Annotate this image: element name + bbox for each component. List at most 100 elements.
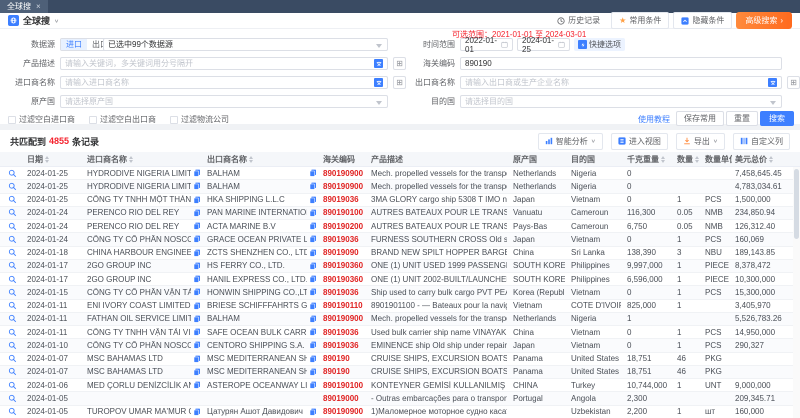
column-header-importer[interactable]: 进口商名称 — [84, 154, 204, 165]
common-conditions-button[interactable]: ★ 常用条件 — [611, 12, 669, 29]
checkbox-filter-logistics[interactable]: 过滤物流公司 — [170, 114, 229, 125]
copy-icon[interactable] — [309, 288, 317, 296]
row-detail-search-icon[interactable] — [0, 328, 24, 337]
copy-icon[interactable] — [193, 169, 201, 177]
copy-icon[interactable] — [309, 355, 317, 363]
row-detail-search-icon[interactable] — [0, 381, 24, 390]
row-detail-search-icon[interactable] — [0, 367, 24, 376]
importer-input[interactable]: 请输入进口商名称 — [60, 76, 388, 89]
more-options-icon[interactable]: ⊞ — [787, 76, 800, 89]
row-detail-search-icon[interactable] — [0, 182, 24, 191]
column-header-quantity[interactable]: 数量 — [674, 154, 702, 165]
hs-code-input[interactable]: 890190 — [460, 57, 782, 70]
row-detail-search-icon[interactable] — [0, 222, 24, 231]
copy-icon[interactable] — [193, 249, 201, 257]
column-header-total_usd[interactable]: 美元总价 — [732, 154, 792, 165]
reset-button[interactable]: 重置 — [726, 111, 758, 126]
destination-country-select[interactable]: 请选择目的国 — [460, 95, 782, 108]
copy-icon[interactable] — [309, 368, 317, 376]
row-detail-search-icon[interactable] — [0, 288, 24, 297]
column-header-weight_kg[interactable]: 千克重量 — [624, 154, 674, 165]
history-button[interactable]: 历史记录 — [550, 13, 607, 28]
product-desc-input[interactable]: 请输入关键词，多关键词用分号隔开 — [60, 57, 388, 70]
copy-icon[interactable] — [193, 341, 201, 349]
copy-icon[interactable] — [309, 302, 317, 310]
copy-icon[interactable] — [193, 302, 201, 310]
column-header-date[interactable]: 日期 — [24, 154, 84, 165]
vertical-scrollbar[interactable] — [793, 167, 800, 418]
sort-icon[interactable] — [695, 156, 699, 163]
row-detail-search-icon[interactable] — [0, 301, 24, 310]
translate-icon[interactable] — [768, 78, 777, 87]
quick-options-button[interactable]: 快捷选项 — [574, 38, 625, 51]
copy-icon[interactable] — [309, 341, 317, 349]
date-end-input[interactable]: 2024-01-25 — [517, 38, 570, 51]
row-detail-search-icon[interactable] — [0, 341, 24, 350]
row-detail-search-icon[interactable] — [0, 169, 24, 178]
copy-icon[interactable] — [193, 275, 201, 283]
enter-view-button[interactable]: 进入视图 — [611, 133, 668, 150]
copy-icon[interactable] — [193, 182, 201, 190]
copy-icon[interactable] — [193, 262, 201, 270]
copy-icon[interactable] — [193, 222, 201, 230]
checkbox-filter-blank-importer[interactable]: 过滤空白进口商 — [8, 114, 75, 125]
tutorial-link[interactable]: 使用教程 — [638, 114, 670, 125]
copy-icon[interactable] — [309, 222, 317, 230]
copy-icon[interactable] — [309, 315, 317, 323]
advanced-search-button[interactable]: 高级搜索 › — [736, 12, 792, 29]
row-detail-search-icon[interactable] — [0, 235, 24, 244]
copy-icon[interactable] — [309, 235, 317, 243]
translate-icon[interactable] — [374, 78, 383, 87]
copy-icon[interactable] — [193, 408, 201, 416]
copy-icon[interactable] — [193, 368, 201, 376]
translate-icon[interactable] — [374, 59, 383, 68]
chevron-down-icon[interactable]: ∨ — [54, 18, 59, 24]
export-button[interactable]: 导出 ∨ — [676, 133, 725, 150]
tab-global-search[interactable]: 全球搜 × — [0, 0, 48, 13]
row-detail-search-icon[interactable] — [0, 275, 24, 284]
exporter-input[interactable]: 请输入出口商或生产企业名称 — [460, 76, 782, 89]
copy-icon[interactable] — [193, 288, 201, 296]
row-detail-search-icon[interactable] — [0, 195, 24, 204]
copy-icon[interactable] — [309, 262, 317, 270]
row-detail-search-icon[interactable] — [0, 248, 24, 257]
row-detail-search-icon[interactable] — [0, 407, 24, 416]
close-icon[interactable]: × — [36, 2, 41, 11]
copy-icon[interactable] — [193, 355, 201, 363]
copy-icon[interactable] — [193, 235, 201, 243]
customize-columns-button[interactable]: 自定义列 — [733, 133, 790, 150]
search-button[interactable]: 搜索 — [760, 111, 794, 126]
copy-icon[interactable] — [309, 196, 317, 204]
copy-icon[interactable] — [193, 196, 201, 204]
copy-icon[interactable] — [193, 328, 201, 336]
origin-country-select[interactable]: 请选择原产国 — [60, 95, 388, 108]
copy-icon[interactable] — [309, 328, 317, 336]
copy-icon[interactable] — [193, 209, 201, 217]
row-detail-search-icon[interactable] — [0, 208, 24, 217]
smart-analysis-button[interactable]: 智能分析 ∨ — [538, 133, 603, 150]
sort-icon[interactable] — [249, 156, 253, 163]
date-start-input[interactable]: 2022-01-01 — [460, 38, 513, 51]
copy-icon[interactable] — [193, 381, 201, 389]
copy-icon[interactable] — [309, 182, 317, 190]
sort-icon[interactable] — [129, 156, 133, 163]
copy-icon[interactable] — [309, 169, 317, 177]
checkbox-filter-blank-exporter[interactable]: 过滤空白出口商 — [89, 114, 156, 125]
copy-icon[interactable] — [193, 315, 201, 323]
import-toggle[interactable]: 进口 — [61, 39, 87, 50]
copy-icon[interactable] — [309, 249, 317, 257]
row-detail-search-icon[interactable] — [0, 354, 24, 363]
copy-icon[interactable] — [309, 381, 317, 389]
copy-icon[interactable] — [309, 275, 317, 283]
row-detail-search-icon[interactable] — [0, 394, 24, 403]
scrollbar-thumb[interactable] — [794, 169, 799, 239]
hidden-conditions-button[interactable]: 隐藏条件 — [673, 12, 732, 29]
save-common-button[interactable]: 保存常用 — [676, 111, 724, 126]
sort-icon[interactable] — [769, 156, 773, 163]
row-detail-search-icon[interactable] — [0, 261, 24, 270]
column-header-exporter[interactable]: 出口商名称 — [204, 154, 320, 165]
data-source-select[interactable]: 已选中99个数据源 — [103, 38, 388, 51]
sort-icon[interactable] — [45, 156, 49, 163]
row-detail-search-icon[interactable] — [0, 314, 24, 323]
sort-icon[interactable] — [661, 156, 665, 163]
